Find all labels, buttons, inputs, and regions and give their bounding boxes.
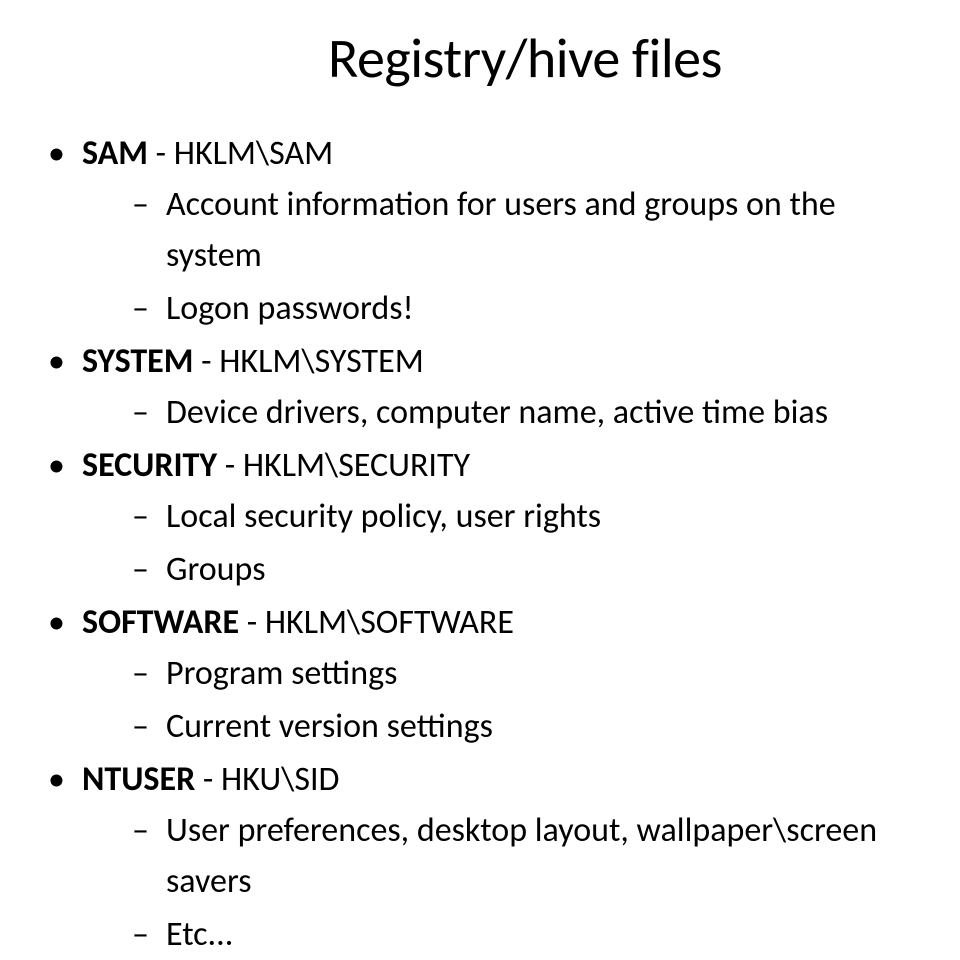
item-heading-rest: - HKLM\SAM [148, 133, 333, 174]
list-subitem: Account information for users and groups… [130, 179, 920, 281]
list-item: NTUSER - HKU\SID User preferences, deskt… [40, 754, 920, 960]
item-heading-rest: - HKU\SID [195, 759, 339, 800]
bullet-list-level2: Device drivers, computer name, active ti… [82, 387, 920, 438]
bullet-list-level2: Program settings Current version setting… [82, 648, 920, 752]
item-heading: SYSTEM - HKLM\SYSTEM [82, 336, 920, 387]
slide-title: Registry/hive files [130, 25, 920, 93]
item-heading-bold: SAM [82, 133, 148, 174]
bullet-list-level2: Account information for users and groups… [82, 179, 920, 334]
bullet-list-level2: Local security policy, user rights Group… [82, 491, 920, 595]
item-heading-bold: NTUSER [82, 759, 195, 800]
list-subitem: Local security policy, user rights [130, 491, 920, 542]
bullet-list-level2: User preferences, desktop layout, wallpa… [82, 805, 920, 960]
bullet-list-level1: SAM - HKLM\SAM Account information for u… [40, 128, 920, 960]
item-heading-bold: SECURITY [82, 445, 217, 486]
list-item: SECURITY - HKLM\SECURITY Local security … [40, 440, 920, 595]
item-heading-rest: - HKLM\SECURITY [217, 445, 470, 486]
item-heading-bold: SOFTWARE [82, 602, 239, 643]
item-heading-bold: SYSTEM [82, 341, 193, 382]
list-item: SOFTWARE - HKLM\SOFTWARE Program setting… [40, 597, 920, 752]
item-heading-rest: - HKLM\SOFTWARE [239, 602, 514, 643]
item-heading: SECURITY - HKLM\SECURITY [82, 440, 920, 491]
list-subitem: Current version settings [130, 701, 920, 752]
item-heading: SOFTWARE - HKLM\SOFTWARE [82, 597, 920, 648]
list-item: SAM - HKLM\SAM Account information for u… [40, 128, 920, 334]
item-heading-rest: - HKLM\SYSTEM [193, 341, 423, 382]
item-heading: SAM - HKLM\SAM [82, 128, 920, 179]
list-subitem: Groups [130, 544, 920, 595]
list-item: SYSTEM - HKLM\SYSTEM Device drivers, com… [40, 336, 920, 438]
item-heading: NTUSER - HKU\SID [82, 754, 920, 805]
list-subitem: User preferences, desktop layout, wallpa… [130, 805, 920, 907]
list-subitem: Device drivers, computer name, active ti… [130, 387, 920, 438]
slide-content: SAM - HKLM\SAM Account information for u… [40, 128, 920, 960]
list-subitem: Program settings [130, 648, 920, 699]
list-subitem: Logon passwords! [130, 283, 920, 334]
list-subitem: Etc... [130, 909, 920, 960]
